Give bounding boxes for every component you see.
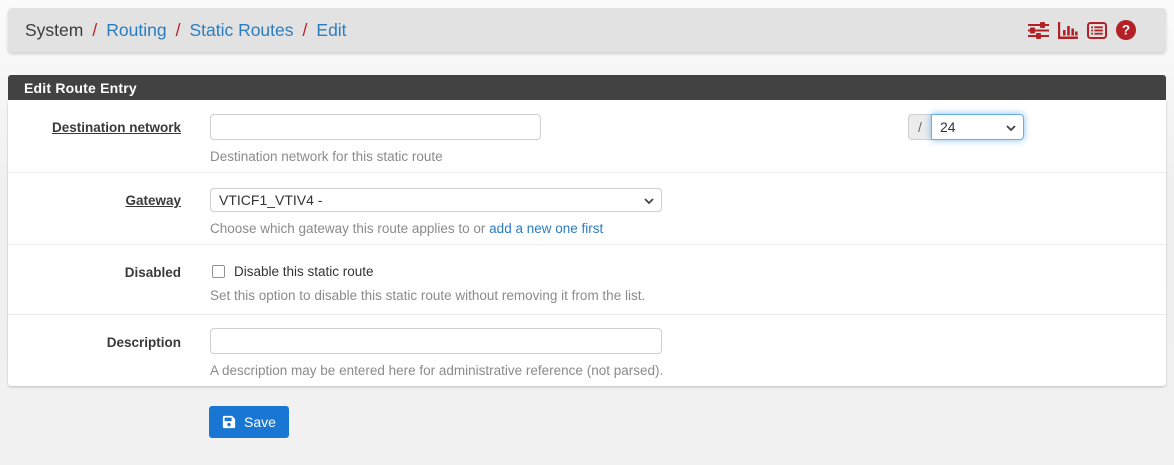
- add-gateway-link[interactable]: add a new one first: [489, 221, 603, 236]
- disable-route-checkbox-label: Disable this static route: [234, 264, 374, 279]
- breadcrumb-separator: /: [92, 20, 97, 41]
- disable-route-checkbox[interactable]: [212, 265, 225, 278]
- breadcrumb-link-routing[interactable]: Routing: [106, 20, 166, 41]
- breadcrumb-separator: /: [303, 20, 308, 41]
- form-actions: Save: [209, 406, 1174, 443]
- mask-prefix-addon: /: [908, 114, 931, 140]
- edit-route-panel: Edit Route Entry Destination network / 2…: [8, 75, 1166, 386]
- panel-title: Edit Route Entry: [8, 75, 1166, 100]
- row-disabled: Disabled Disable this static route Set t…: [8, 245, 1166, 315]
- row-destination-network: Destination network / 24: [8, 100, 1166, 173]
- panel-body: Destination network / 24: [8, 100, 1166, 386]
- save-button[interactable]: Save: [209, 406, 289, 438]
- list-alt-icon[interactable]: [1087, 22, 1107, 39]
- breadcrumb-link-static-routes[interactable]: Static Routes: [189, 20, 293, 41]
- destination-network-input[interactable]: [210, 114, 541, 140]
- breadcrumb-separator: /: [176, 20, 181, 41]
- disabled-label: Disabled: [125, 265, 181, 280]
- breadcrumb-link-edit[interactable]: Edit: [316, 20, 346, 41]
- breadcrumb: System / Routing / Static Routes / Edit: [25, 20, 347, 41]
- disable-route-option: Disable this static route: [210, 259, 1166, 279]
- breadcrumb-system: System: [25, 20, 83, 41]
- save-icon: [222, 415, 236, 429]
- svg-text:?: ?: [1122, 23, 1130, 38]
- subnet-mask-group: / 24: [908, 114, 1024, 140]
- help-icon[interactable]: ?: [1116, 20, 1136, 40]
- topbar-icons: ?: [1028, 20, 1136, 40]
- chart-bar-icon[interactable]: [1058, 22, 1078, 39]
- destination-network-label: Destination network: [52, 120, 181, 135]
- gateway-select[interactable]: VTICF1_VTIV4 -: [210, 188, 662, 212]
- description-label: Description: [107, 335, 181, 350]
- disabled-help: Set this option to disable this static r…: [210, 288, 1166, 303]
- breadcrumb-bar: System / Routing / Static Routes / Edit: [8, 8, 1166, 52]
- gateway-label: Gateway: [125, 193, 181, 208]
- description-input[interactable]: [210, 328, 662, 354]
- gateway-help: Choose which gateway this route applies …: [210, 221, 1166, 236]
- save-button-label: Save: [244, 414, 276, 430]
- sliders-icon[interactable]: [1028, 22, 1049, 39]
- destination-network-help: Destination network for this static rout…: [210, 149, 1166, 164]
- row-gateway: Gateway VTICF1_VTIV4 - Choose which gate…: [8, 173, 1166, 245]
- row-description: Description A description may be entered…: [8, 315, 1166, 386]
- subnet-mask-select[interactable]: 24: [931, 114, 1024, 140]
- description-help: A description may be entered here for ad…: [210, 363, 1166, 378]
